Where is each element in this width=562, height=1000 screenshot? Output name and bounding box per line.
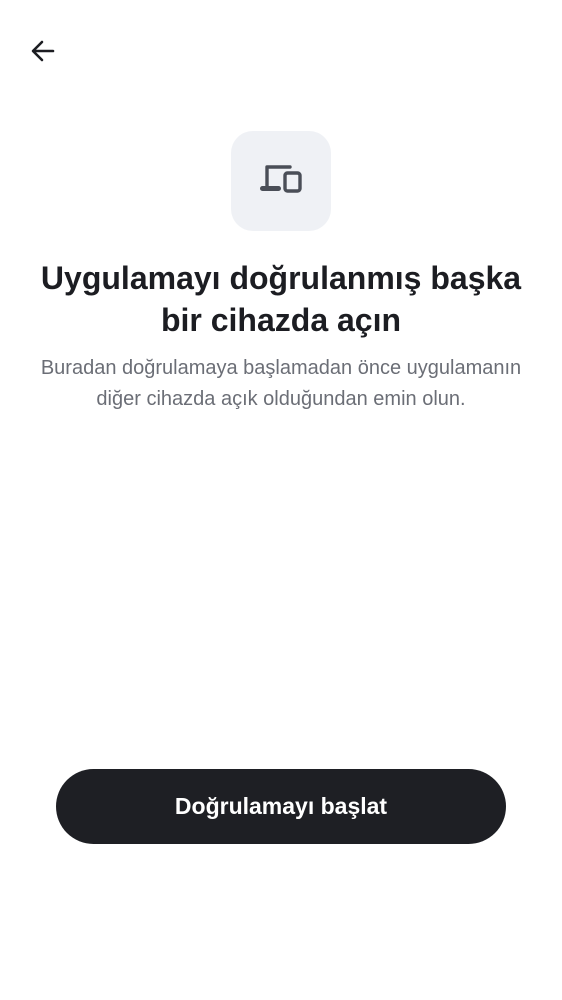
arrow-left-icon (31, 40, 55, 62)
page-description: Buradan doğrulamaya başlamadan önce uygu… (40, 357, 522, 410)
devices-icon (260, 165, 302, 193)
start-verification-button[interactable]: Doğrulamayı başlat (56, 769, 506, 844)
back-button[interactable] (22, 30, 64, 72)
page-title: Uygulamayı doğrulanmış başka bir cihazda… (40, 260, 522, 338)
device-icon-tile (231, 131, 331, 231)
verification-screen: Uygulamayı doğrulanmış başka bir cihazda… (0, 0, 562, 1000)
